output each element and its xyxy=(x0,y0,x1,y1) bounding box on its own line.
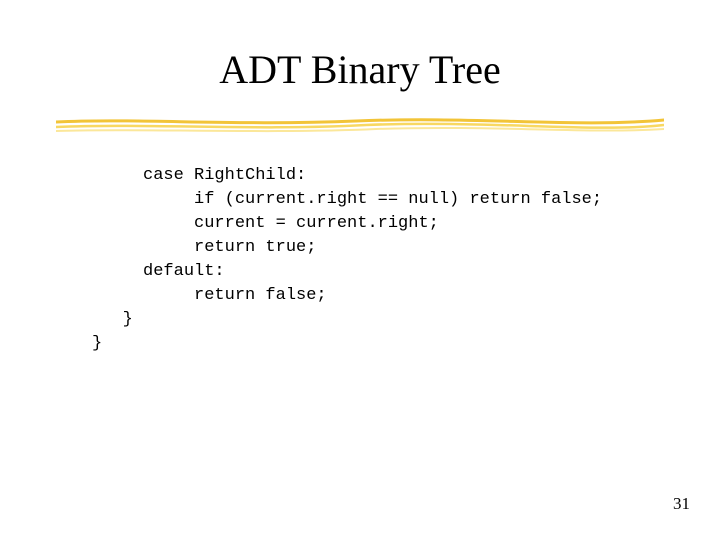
title-underline xyxy=(56,116,664,134)
slide-title: ADT Binary Tree xyxy=(0,46,720,93)
code-line: } xyxy=(92,310,133,329)
code-line: default: xyxy=(92,262,225,281)
code-line: if (current.right == null) return false; xyxy=(92,190,602,209)
code-line: return false; xyxy=(92,286,327,305)
slide: ADT Binary Tree case RightChild: if (cur… xyxy=(0,0,720,540)
code-line: case RightChild: xyxy=(92,166,306,185)
code-line: return true; xyxy=(92,238,316,257)
code-block: case RightChild: if (current.right == nu… xyxy=(92,164,602,356)
code-line: current = current.right; xyxy=(92,214,439,233)
page-number: 31 xyxy=(673,494,690,514)
code-line: } xyxy=(92,334,102,353)
